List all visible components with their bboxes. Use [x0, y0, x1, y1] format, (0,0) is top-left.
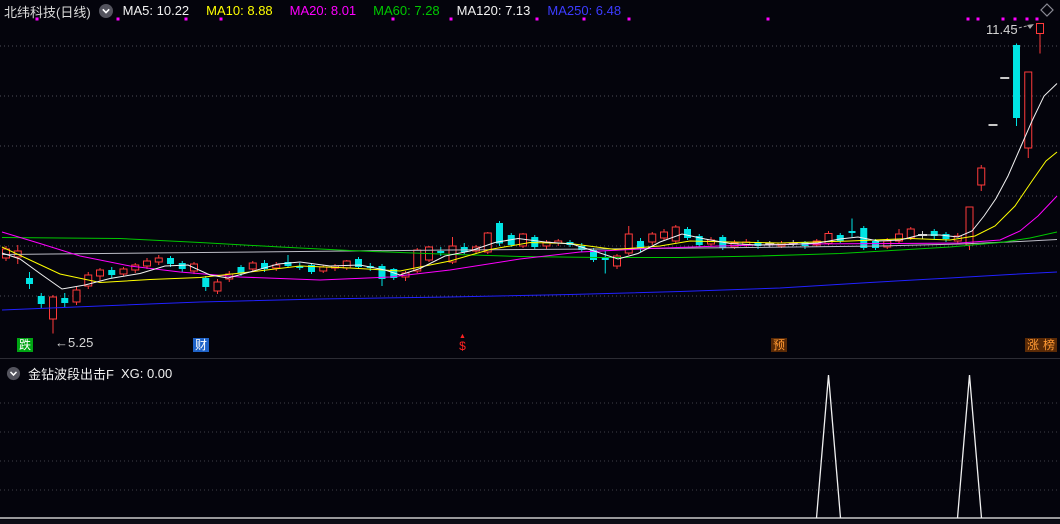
candle-59[interactable]	[696, 234, 703, 247]
indicator-header: 金钻波段出击F XG: 0.00	[6, 364, 172, 383]
arrow-head-icon	[1027, 24, 1034, 29]
indicator-name[interactable]: 金钻波段出击F	[28, 364, 114, 383]
candle-10[interactable]	[120, 267, 127, 276]
candle-87[interactable]	[1025, 72, 1032, 158]
price-high-label: 11.45	[986, 22, 1018, 37]
candle-30[interactable]	[355, 257, 362, 269]
event-marker-finance-report[interactable]: 财	[193, 338, 209, 352]
candle-80[interactable]	[943, 232, 950, 242]
panel-divider[interactable]	[0, 358, 1060, 359]
candle-32[interactable]	[379, 264, 386, 286]
chevron-down-circle-icon[interactable]	[6, 366, 21, 381]
legend-ma20[interactable]: MA20: 8.01	[290, 3, 357, 18]
event-marker-glyph: 财	[195, 338, 207, 352]
candle-24[interactable]	[285, 255, 292, 267]
candle-54[interactable]	[637, 238, 644, 252]
candle-5[interactable]	[61, 293, 68, 307]
event-marker-limit-down[interactable]: 跌	[17, 338, 33, 352]
candle-76[interactable]	[896, 229, 903, 243]
indicator-chart[interactable]	[0, 360, 1060, 524]
candle-57[interactable]	[672, 225, 679, 243]
candle-9[interactable]	[108, 267, 115, 278]
chart-header: 北纬科技(日线) MA5: 10.22MA10: 8.88MA20: 8.01M…	[0, 0, 1060, 22]
candle-26[interactable]	[308, 263, 315, 274]
candle-55[interactable]	[649, 232, 656, 245]
candle-23[interactable]	[273, 262, 280, 271]
event-marker-ranking[interactable]: 榜	[1041, 338, 1057, 352]
stock-title[interactable]: 北纬科技(日线)	[4, 2, 91, 21]
candlestick-chart[interactable]: 11.45 ←5.25	[0, 0, 1060, 359]
legend-ma10[interactable]: MA10: 8.88	[206, 3, 273, 18]
candle-2[interactable]	[26, 272, 33, 289]
event-marker-glyph: 预	[773, 338, 785, 352]
candle-45[interactable]	[531, 235, 538, 249]
candle-86[interactable]	[1013, 44, 1020, 127]
ma-line-ma10	[2, 152, 1057, 283]
candle-27[interactable]	[320, 265, 327, 273]
candle-37[interactable]	[437, 247, 444, 256]
event-marker-glyph: $	[459, 339, 466, 353]
candle-18[interactable]	[214, 279, 221, 294]
candle-46[interactable]	[543, 240, 550, 249]
legend-ma120[interactable]: MA120: 7.13	[457, 3, 531, 18]
event-marker-forecast[interactable]: 预	[771, 338, 787, 352]
candle-3[interactable]	[38, 293, 45, 308]
candle-83[interactable]	[978, 165, 985, 191]
indicator-xg-value: XG: 0.00	[121, 366, 172, 381]
xg-signal-spike	[817, 375, 841, 518]
candle-72[interactable]	[849, 219, 856, 238]
ma-line-ma250	[2, 272, 1057, 310]
stock-chart-app: 北纬科技(日线) MA5: 10.22MA10: 8.88MA20: 8.01M…	[0, 0, 1060, 524]
event-marker-limit-up-board[interactable]: 涨	[1025, 338, 1041, 352]
event-marker-ex-rights[interactable]: ▲$	[457, 334, 468, 353]
chevron-down-circle-icon[interactable]	[98, 3, 114, 19]
candle-88[interactable]	[1037, 24, 1044, 54]
candle-4[interactable]	[50, 295, 57, 334]
candle-58[interactable]	[684, 227, 691, 240]
candle-17[interactable]	[202, 276, 209, 291]
price-low-label: ←5.25	[55, 335, 93, 350]
candle-6[interactable]	[73, 287, 80, 305]
candle-79[interactable]	[931, 229, 938, 239]
candle-8[interactable]	[97, 268, 104, 281]
event-marker-glyph: 涨	[1027, 338, 1039, 352]
legend-ma5[interactable]: MA5: 10.22	[123, 3, 190, 18]
candle-52[interactable]	[614, 254, 621, 269]
ma-legend: MA5: 10.22 MA10: 8.88 MA20: 8.01 MA60: 7.28…	[123, 2, 638, 20]
candle-70[interactable]	[825, 231, 832, 245]
event-marker-glyph: 跌	[19, 338, 31, 352]
legend-ma250[interactable]: MA250: 6.48	[547, 3, 621, 18]
event-marker-glyph: 榜	[1043, 338, 1055, 352]
legend-ma60[interactable]: MA60: 7.28	[373, 3, 440, 18]
candle-53[interactable]	[625, 226, 632, 255]
candle-15[interactable]	[179, 261, 186, 272]
diamond-icon[interactable]	[1040, 3, 1054, 22]
candle-63[interactable]	[743, 239, 750, 248]
candle-13[interactable]	[155, 255, 162, 265]
xg-signal-spike	[958, 375, 982, 518]
candle-44[interactable]	[520, 233, 527, 248]
candle-11[interactable]	[132, 263, 139, 273]
